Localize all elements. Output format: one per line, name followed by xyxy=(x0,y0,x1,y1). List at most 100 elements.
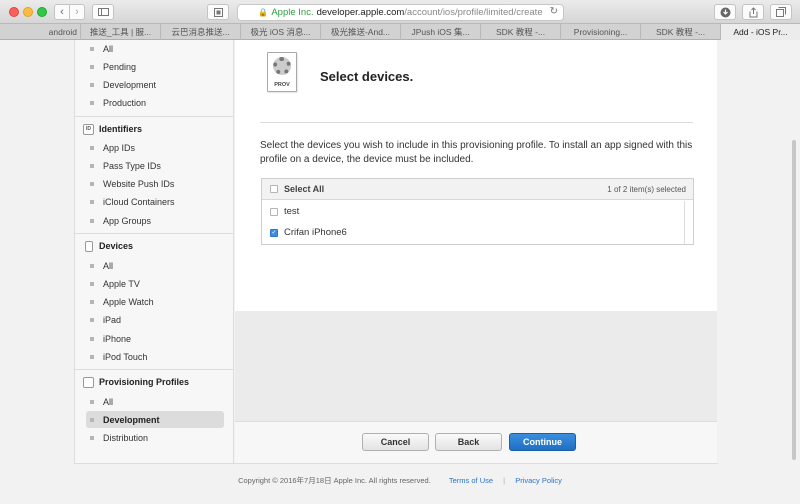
browser-tab[interactable]: 推送_工具 | 服... xyxy=(80,24,160,40)
sidebar-item-production[interactable]: Production xyxy=(86,94,224,111)
sidebar-item-label: Development xyxy=(103,414,160,425)
footer-separator: | xyxy=(503,476,506,485)
privacy-policy-link[interactable]: Privacy Policy xyxy=(515,476,562,485)
sidebar-item-apple-watch[interactable]: Apple Watch xyxy=(86,293,224,310)
page-scrollbar[interactable] xyxy=(792,140,796,460)
sidebar-item-label: iPad xyxy=(103,314,122,325)
browser-tab[interactable]: SDK 教程 -... xyxy=(480,24,560,40)
bullet-icon xyxy=(90,299,94,304)
device-checkbox-crifan-iphone6[interactable]: ✓ xyxy=(270,229,278,237)
gear-icon xyxy=(273,57,291,75)
reader-button[interactable] xyxy=(207,4,229,20)
sidebar-item-profiles-all[interactable]: All xyxy=(86,393,224,410)
table-scrollbar[interactable] xyxy=(684,201,685,244)
sidebar-header-label: Provisioning Profiles xyxy=(99,377,190,387)
sidebar-item-app-ids[interactable]: App IDs xyxy=(86,139,224,156)
sidebar-divider xyxy=(75,233,233,234)
cancel-button[interactable]: Cancel xyxy=(362,433,429,451)
show-tabs-button[interactable] xyxy=(770,4,792,20)
browser-tab[interactable]: SDK 教程 -... xyxy=(640,24,720,40)
provisioning-profile-icon: PROV xyxy=(267,52,297,92)
fullscreen-window-button[interactable] xyxy=(37,7,47,17)
sidebar-item-label: Distribution xyxy=(103,432,149,443)
sidebar-item-label: Website Push IDs xyxy=(103,178,175,189)
provisioning-icon xyxy=(83,376,94,388)
sidebar: All Pending Development Production ID Ide… xyxy=(74,40,234,464)
sidebar-item-profiles-development[interactable]: Development xyxy=(86,411,224,428)
sidebar-item-ipod-touch[interactable]: iPod Touch xyxy=(86,348,224,365)
sidebar-item-pass-type-ids[interactable]: Pass Type IDs xyxy=(86,157,224,174)
sidebar-item-label: All xyxy=(103,396,114,407)
select-all-checkbox[interactable] xyxy=(270,185,278,193)
browser-tab[interactable]: 云巴消息推送... xyxy=(160,24,240,40)
sidebar-item-devices-all[interactable]: All xyxy=(86,257,224,274)
bullet-icon xyxy=(90,399,94,404)
downloads-button[interactable] xyxy=(714,4,736,20)
sidebar-header-identifiers: ID Identifiers xyxy=(83,121,228,137)
sidebar-item-label: Pass Type IDs xyxy=(103,160,161,171)
back-button[interactable]: Back xyxy=(435,433,502,451)
sidebar-item-pending[interactable]: Pending xyxy=(86,58,224,75)
url-domain: developer.apple.com xyxy=(316,7,405,18)
sidebar-item-website-push-ids[interactable]: Website Push IDs xyxy=(86,175,224,192)
sidebar-item-ipad[interactable]: iPad xyxy=(86,311,224,328)
terms-of-use-link[interactable]: Terms of Use xyxy=(449,476,493,485)
sidebar-item-icloud-containers[interactable]: iCloud Containers xyxy=(86,193,224,210)
bullet-icon xyxy=(90,263,94,268)
close-window-button[interactable] xyxy=(9,7,19,17)
browser-tab[interactable]: 极光推送-And... xyxy=(320,24,400,40)
sidebar-item-distribution[interactable]: Distribution xyxy=(86,429,224,446)
browser-tab-active[interactable]: Add - iOS Pr... xyxy=(720,24,800,40)
lock-icon: 🔒 xyxy=(258,8,269,17)
sidebar-toggle-button[interactable] xyxy=(92,4,114,20)
sidebar-item-apple-tv[interactable]: Apple TV xyxy=(86,275,224,292)
browser-toolbar: ‹ › 🔒 Apple Inc. developer.apple.com /ac… xyxy=(0,0,800,24)
sidebar-divider xyxy=(75,116,233,117)
bullet-icon xyxy=(90,336,94,341)
page-footer: Copyright © 2016年7月18日 Apple Inc. All ri… xyxy=(0,475,800,486)
sidebar-item-label: App Groups xyxy=(103,215,152,226)
page-title: Select devices. xyxy=(320,69,414,84)
sidebar-item-label: Apple TV xyxy=(103,278,140,289)
share-button[interactable] xyxy=(742,4,764,20)
back-nav-button[interactable]: ‹ xyxy=(54,4,70,20)
select-all-label[interactable]: Select All xyxy=(284,184,324,194)
copyright-text: Copyright © 2016年7月18日 Apple Inc. All ri… xyxy=(238,476,431,485)
sidebar-item-label: iPhone xyxy=(103,333,132,344)
sidebar-item-label: iCloud Containers xyxy=(103,196,175,207)
browser-tab[interactable]: 极光 iOS 消息... xyxy=(240,24,320,40)
browser-tab[interactable]: android xyxy=(0,24,80,40)
id-icon: ID xyxy=(83,123,94,135)
sidebar-item-label: All xyxy=(103,43,114,54)
download-icon xyxy=(720,7,730,17)
sidebar-item-app-groups[interactable]: App Groups xyxy=(86,212,224,229)
reload-icon[interactable]: ↻ xyxy=(550,6,558,17)
sidebar-item-certificates-all[interactable]: All xyxy=(86,40,224,57)
content-bottom-border xyxy=(74,463,718,464)
sidebar-item-label: All xyxy=(103,260,114,271)
sidebar-item-certificates-development[interactable]: Development xyxy=(86,76,224,93)
tab-bar: android 推送_工具 | 服... 云巴消息推送... 极光 iOS 消息… xyxy=(0,24,800,40)
main-content: PROV Select devices. Select the devices … xyxy=(235,40,717,311)
minimize-window-button[interactable] xyxy=(23,7,33,17)
chevron-right-icon: › xyxy=(75,6,79,18)
bullet-icon xyxy=(90,163,94,168)
address-bar[interactable]: 🔒 Apple Inc. developer.apple.com /accoun… xyxy=(237,4,564,21)
instruction-text: Select the devices you wish to include i… xyxy=(260,140,693,165)
sidebar-item-label: Apple Watch xyxy=(103,296,154,307)
empty-content-area xyxy=(235,311,717,421)
bullet-icon xyxy=(90,354,94,359)
tabs-icon xyxy=(776,7,786,17)
browser-tab[interactable]: Provisioning... xyxy=(560,24,640,40)
device-checkbox-test[interactable] xyxy=(270,208,278,216)
reader-icon xyxy=(213,7,223,17)
bullet-icon xyxy=(90,199,94,204)
sidebar-item-iphone[interactable]: iPhone xyxy=(86,330,224,347)
sidebar-item-label: App IDs xyxy=(103,142,136,153)
forward-nav-button[interactable]: › xyxy=(69,4,85,20)
sidebar-header-devices: Devices xyxy=(83,238,228,254)
browser-tab[interactable]: JPush iOS 集... xyxy=(400,24,480,40)
device-table: Select All 1 of 2 item(s) selected test … xyxy=(261,178,694,245)
device-name: Crifan iPhone6 xyxy=(284,227,347,238)
continue-button[interactable]: Continue xyxy=(509,433,576,451)
